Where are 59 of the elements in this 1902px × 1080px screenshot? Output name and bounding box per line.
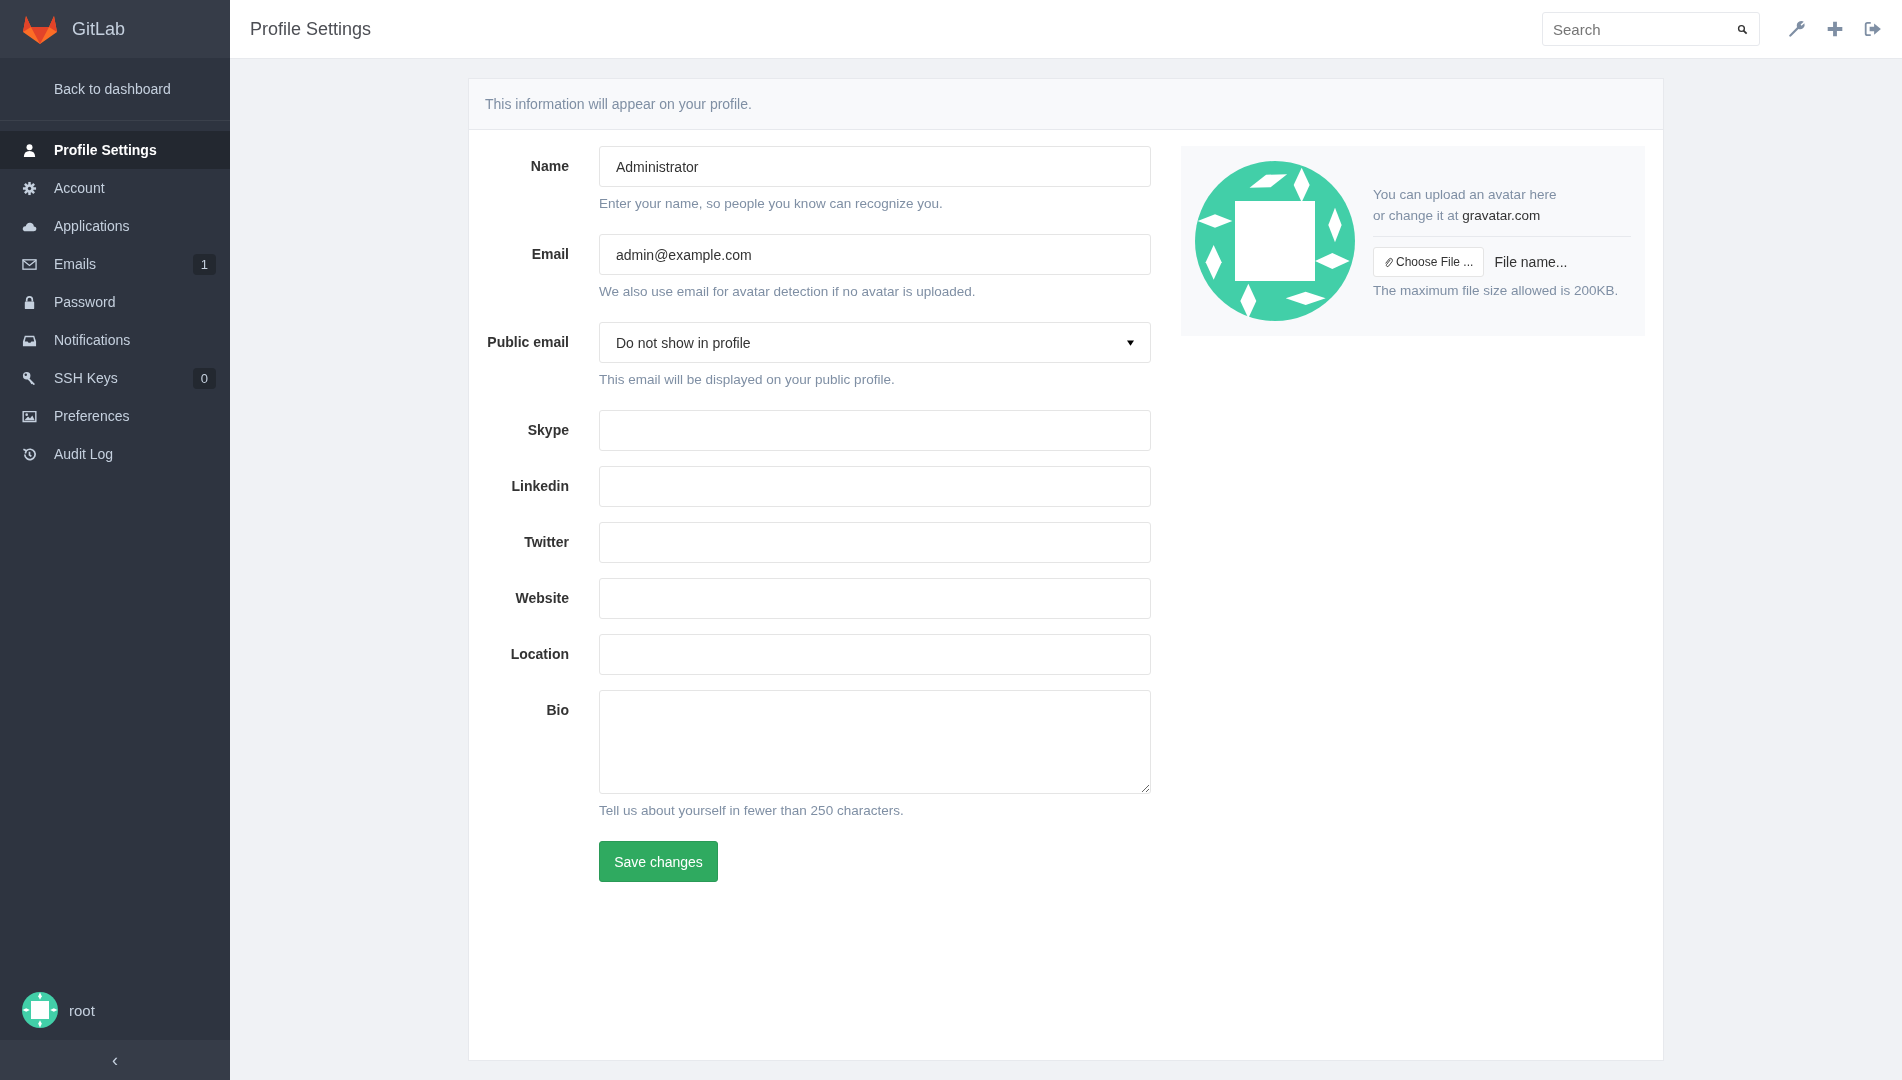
image-icon (22, 408, 37, 424)
count-badge: 0 (192, 367, 216, 389)
sidebar-item[interactable]: Account (0, 169, 230, 207)
user-name[interactable]: root (69, 1001, 95, 1019)
key-icon (22, 370, 37, 386)
text-field[interactable] (599, 634, 1151, 675)
panel-intro: This information will appear on your profile. (485, 96, 752, 112)
text-field[interactable] (599, 466, 1151, 507)
text-field[interactable] (599, 522, 1151, 563)
sidebar-item[interactable]: Profile Settings (0, 131, 230, 169)
help-text: This email will be displayed on your public profile. (599, 372, 896, 387)
back-link[interactable]: Back to dashboard (0, 81, 171, 97)
field-label: Public email (486, 333, 569, 352)
field-label: Location (509, 645, 569, 664)
collapse-sidebar-button[interactable]: ‹ (0, 1040, 230, 1080)
sidebar-item[interactable]: Emails 1 (0, 245, 230, 283)
field-label: Email (530, 245, 569, 264)
help-text: Tell us about yourself in fewer than 250 characters. (599, 803, 905, 818)
envelope-icon (22, 256, 37, 272)
count-badge: 1 (192, 253, 216, 275)
sidebar-item[interactable]: Password (0, 283, 230, 321)
help-text: Enter your name, so people you know can recognize you. (599, 196, 944, 211)
gravatar-link[interactable]: gravatar.com (1462, 208, 1541, 223)
field-label: Twitter (523, 533, 569, 552)
dropdown-caret-icon (1127, 339, 1134, 346)
field-label: Website (514, 589, 569, 608)
bio-field[interactable] (599, 690, 1151, 794)
history-icon (22, 446, 37, 462)
text-field[interactable]: admin@example.com (599, 234, 1151, 275)
wrench-icon[interactable] (1788, 20, 1806, 38)
paperclip-icon (1384, 256, 1393, 268)
gear-icon (22, 180, 37, 196)
sidebar-item[interactable]: SSH Keys 0 (0, 359, 230, 397)
sidebar-item[interactable]: Audit Log (0, 435, 230, 473)
search-icon[interactable] (1737, 24, 1748, 35)
field-label: Bio (545, 701, 569, 720)
plus-icon[interactable] (1826, 20, 1844, 38)
avatar-icon[interactable] (22, 992, 58, 1028)
lock-icon (22, 294, 37, 310)
help-text: We also use email for avatar detection if no avatar is uploaded. (599, 284, 977, 299)
choose-file-button[interactable]: Choose File ... (1373, 247, 1485, 277)
search-field[interactable]: Search (1542, 12, 1760, 46)
select-field[interactable]: Do not show in profile (599, 322, 1151, 363)
sidebar-item[interactable]: Preferences (0, 397, 230, 435)
field-label: Linkedin (510, 477, 569, 496)
file-name: File name... (1494, 254, 1568, 270)
text-field[interactable] (599, 578, 1151, 619)
user-icon (22, 142, 37, 158)
page-title: Profile Settings (250, 18, 372, 40)
text-field[interactable] (599, 410, 1151, 451)
sidebar-item[interactable]: Applications (0, 207, 230, 245)
sign-out-icon[interactable] (1864, 20, 1882, 38)
field-label: Name (529, 157, 569, 176)
text-field[interactable]: Administrator (599, 146, 1151, 187)
avatar-upload-text: You can upload an avatar here or change it at gravatar.com (1373, 186, 1558, 225)
field-label: Skype (526, 421, 569, 440)
sidebar-item[interactable]: Notifications (0, 321, 230, 359)
file-size-note: The maximum file size allowed is 200KB. (1373, 283, 1620, 298)
brand-name[interactable]: GitLab (72, 18, 126, 40)
